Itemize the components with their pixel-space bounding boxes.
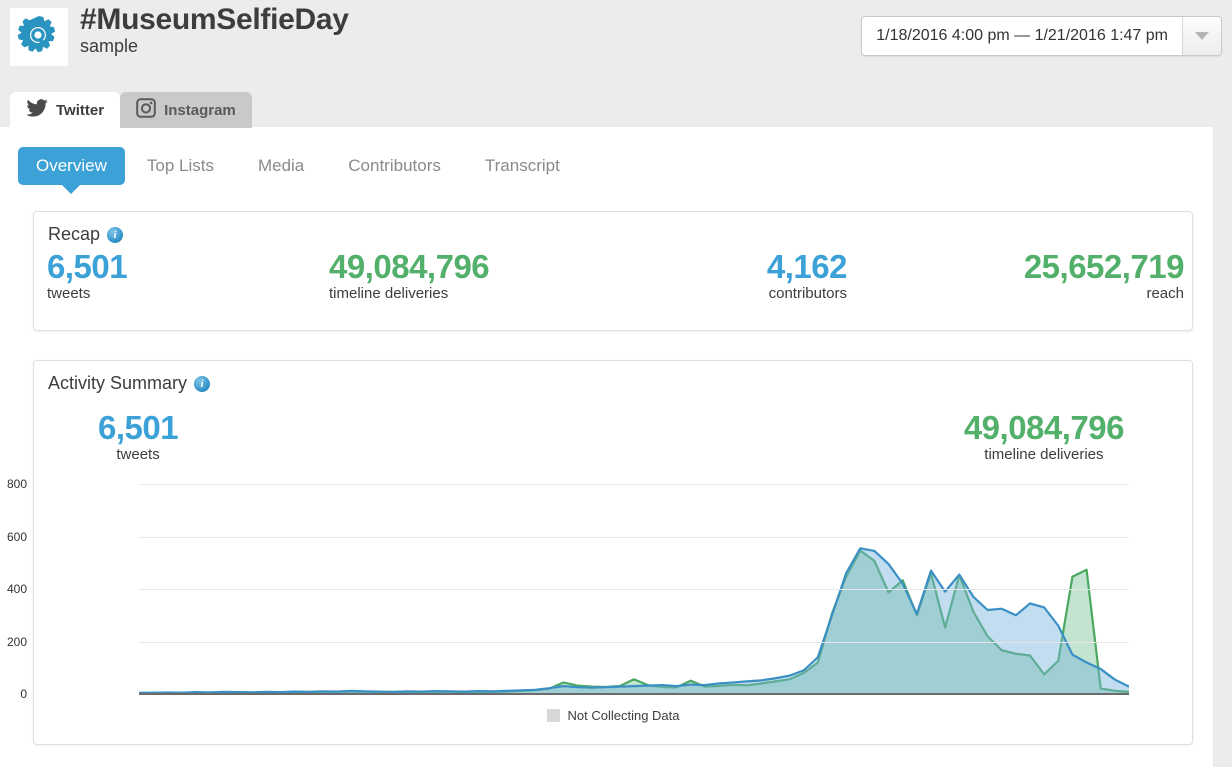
stat-contributors: 4,162 contributors (766, 248, 848, 302)
tab-overview-label: Overview (36, 156, 107, 175)
y-axis-left-tick: 600 (6, 529, 27, 544)
recap-header: Recap i (48, 224, 124, 245)
recap-card: Recap i 6,501 tweets 49,084,796 timeline… (33, 211, 1193, 331)
chevron-down-glyph (1195, 32, 1209, 40)
activity-stat-tweets-label: tweets (116, 446, 160, 463)
activity-summary-header: Activity Summary i (48, 373, 211, 394)
tab-media-label: Media (257, 156, 305, 175)
activity-summary-card: Activity Summary i 6,501 tweets 49,084,7… (7, 360, 1193, 745)
stat-reach-value: 25,652,719 (1023, 248, 1185, 285)
tab-instagram[interactable]: Instagram (120, 92, 252, 128)
gridline (139, 536, 1129, 538)
legend-label-not-collecting: Not Collecting Data (567, 708, 680, 723)
activity-chart: 002001,500,0004003,000,0006004,500,00080… (7, 476, 1192, 744)
series-area-tweets (139, 548, 1129, 694)
stat-contributors-label: contributors (768, 285, 847, 302)
tab-contributors[interactable]: Contributors (326, 147, 463, 185)
stat-tweets: 6,501 tweets (47, 248, 128, 302)
activity-stat-tweets: 6,501 tweets (98, 409, 179, 463)
page-title: #MuseumSelfieDay (80, 3, 349, 36)
network-tab-bar: Twitter Instagram (10, 92, 252, 128)
gear-search-logo-icon (10, 8, 68, 66)
instagram-camera-icon (136, 98, 156, 122)
info-icon[interactable]: i (194, 375, 211, 392)
gridline (139, 589, 1129, 590)
chart-legend: Not Collecting Data (34, 708, 1192, 723)
info-icon[interactable]: i (107, 226, 124, 243)
gridline (139, 641, 1129, 643)
activity-summary-title: Activity Summary (48, 373, 188, 393)
stat-reach: 25,652,719 reach (1023, 248, 1185, 302)
legend-swatch-not-collecting (546, 709, 560, 722)
tab-twitter-label: Twitter (56, 101, 105, 119)
stat-reach-label: reach (1146, 285, 1184, 302)
tab-transcript[interactable]: Transcript (463, 147, 582, 185)
page-subtitle: sample (80, 35, 139, 56)
tab-contributors-label: Contributors (348, 156, 441, 175)
title-block: #MuseumSelfieDay sample (80, 4, 349, 56)
y-axis-left-tick: 0 (20, 687, 27, 701)
tab-twitter[interactable]: Twitter (10, 92, 121, 128)
recap-title: Recap (48, 224, 101, 244)
activity-stat-deliveries: 49,084,796 timeline deliveries (963, 409, 1125, 463)
activity-chart-plot: 002001,500,0004003,000,0006004,500,00080… (7, 477, 1129, 701)
activity-stat-deliveries-value: 49,084,796 (963, 409, 1125, 446)
y-axis-left-tick: 200 (6, 634, 27, 649)
activity-stat-tweets-value: 6,501 (98, 409, 179, 446)
stat-timeline-deliveries: 49,084,796 timeline deliveries (329, 248, 490, 302)
tab-instagram-label: Instagram (164, 101, 236, 119)
page-header: #MuseumSelfieDay sample 1/18/2016 4:00 p… (0, 0, 1232, 88)
gridline (139, 484, 1129, 485)
stat-tweets-label: tweets (47, 285, 91, 302)
brand-block: #MuseumSelfieDay sample (10, 4, 349, 66)
section-tab-bar: Overview Top Lists Media Contributors Tr… (18, 147, 582, 194)
tab-transcript-label: Transcript (484, 156, 560, 175)
date-range-value[interactable]: 1/18/2016 4:00 pm — 1/21/2016 1:47 pm (862, 17, 1182, 55)
content-panel: Overview Top Lists Media Contributors Tr… (0, 127, 1213, 767)
y-axis-left-tick: 400 (6, 582, 27, 596)
chevron-down-icon[interactable] (1182, 17, 1221, 55)
tab-media[interactable]: Media (236, 147, 326, 185)
activity-stat-deliveries-label: timeline deliveries (984, 446, 1104, 463)
tab-top-lists[interactable]: Top Lists (125, 147, 236, 185)
stat-contributors-value: 4,162 (766, 248, 848, 285)
tab-top-lists-label: Top Lists (146, 156, 214, 175)
stat-timeline-deliveries-value: 49,084,796 (329, 248, 490, 285)
stat-tweets-value: 6,501 (47, 248, 128, 285)
stat-timeline-deliveries-label: timeline deliveries (329, 285, 449, 302)
twitter-bird-icon (26, 99, 48, 121)
date-range-picker[interactable]: 1/18/2016 4:00 pm — 1/21/2016 1:47 pm (861, 16, 1222, 56)
y-axis-left-tick: 800 (6, 477, 27, 491)
tab-overview[interactable]: Overview (18, 147, 125, 194)
not-collecting-data-baseline (139, 693, 1129, 695)
